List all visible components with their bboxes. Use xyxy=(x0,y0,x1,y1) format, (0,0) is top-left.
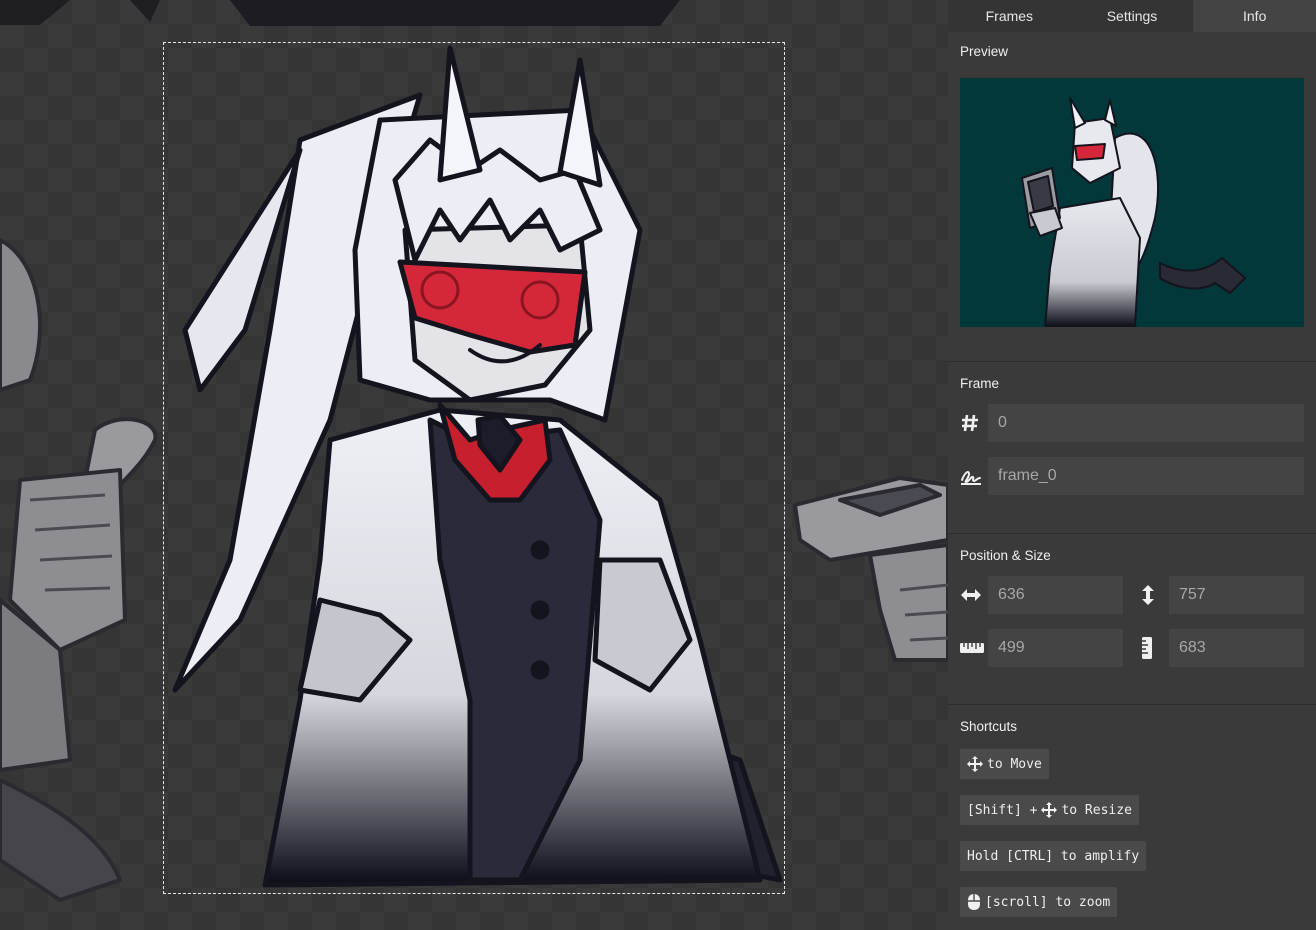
shortcut-zoom: [scroll] to zoom xyxy=(960,887,1118,917)
tab-info[interactable]: Info xyxy=(1193,0,1316,32)
width-pair: 499 xyxy=(960,629,1123,667)
x-pair: 636 xyxy=(960,576,1123,614)
shortcut-move-text: to Move xyxy=(987,756,1042,772)
tab-settings[interactable]: Settings xyxy=(1071,0,1194,32)
shortcuts-section: Shortcuts to Move [Shift] + to Resize Ho… xyxy=(948,705,1316,930)
preview-image xyxy=(960,78,1304,327)
signature-icon xyxy=(960,457,988,495)
shortcut-amplify: Hold [CTRL] to amplify xyxy=(960,841,1147,871)
ruler-horizontal-icon xyxy=(960,629,988,667)
preview-sprite-artwork xyxy=(1021,97,1246,327)
frame-name-field[interactable]: frame_0 xyxy=(988,457,1304,495)
shortcuts-title: Shortcuts xyxy=(960,719,1018,734)
sprite-canvas[interactable] xyxy=(0,0,948,930)
tab-frames[interactable]: Frames xyxy=(948,0,1071,32)
move-arrows-icon xyxy=(967,756,983,772)
shortcut-resize: [Shift] + to Resize xyxy=(960,795,1139,825)
shortcut-amplify-text: Hold [CTRL] to amplify xyxy=(967,848,1140,864)
height-field[interactable]: 683 xyxy=(1169,629,1304,667)
x-field[interactable]: 636 xyxy=(988,576,1123,614)
position-row: 636 757 xyxy=(960,576,1304,614)
height-pair: 683 xyxy=(1141,629,1304,667)
inspector-panel: Frames Settings Info Preview Frame 0 fra… xyxy=(948,0,1316,930)
position-size-section: Position & Size 636 757 499 683 xyxy=(948,534,1316,705)
y-pair: 757 xyxy=(1141,576,1304,614)
frame-name-row: frame_0 xyxy=(960,457,1304,495)
shortcut-zoom-text: [scroll] to zoom xyxy=(985,894,1111,910)
preview-section: Preview xyxy=(948,32,1316,362)
vertical-arrows-icon xyxy=(1141,576,1169,614)
frame-index-row: 0 xyxy=(960,404,1304,442)
mouse-icon xyxy=(968,894,980,910)
ruler-vertical-icon xyxy=(1141,629,1169,667)
size-row: 499 683 xyxy=(960,629,1304,667)
frame-index-field[interactable]: 0 xyxy=(988,404,1304,442)
frame-section: Frame 0 frame_0 xyxy=(948,362,1316,534)
shortcut-list: to Move [Shift] + to Resize Hold [CTRL] … xyxy=(960,749,1304,930)
y-field[interactable]: 757 xyxy=(1169,576,1304,614)
hash-icon xyxy=(960,404,988,442)
width-field[interactable]: 499 xyxy=(988,629,1123,667)
frame-selection-box[interactable] xyxy=(163,42,785,894)
horizontal-arrows-icon xyxy=(960,576,988,614)
move-arrows-icon xyxy=(1041,802,1058,818)
shortcut-resize-prefix: [Shift] + xyxy=(967,802,1038,818)
shortcut-move: to Move xyxy=(960,749,1049,779)
panel-tabs: Frames Settings Info xyxy=(948,0,1316,32)
position-size-title: Position & Size xyxy=(960,548,1051,563)
frame-title: Frame xyxy=(960,376,1000,391)
preview-title: Preview xyxy=(960,44,1009,59)
shortcut-resize-text: to Resize xyxy=(1061,802,1132,818)
